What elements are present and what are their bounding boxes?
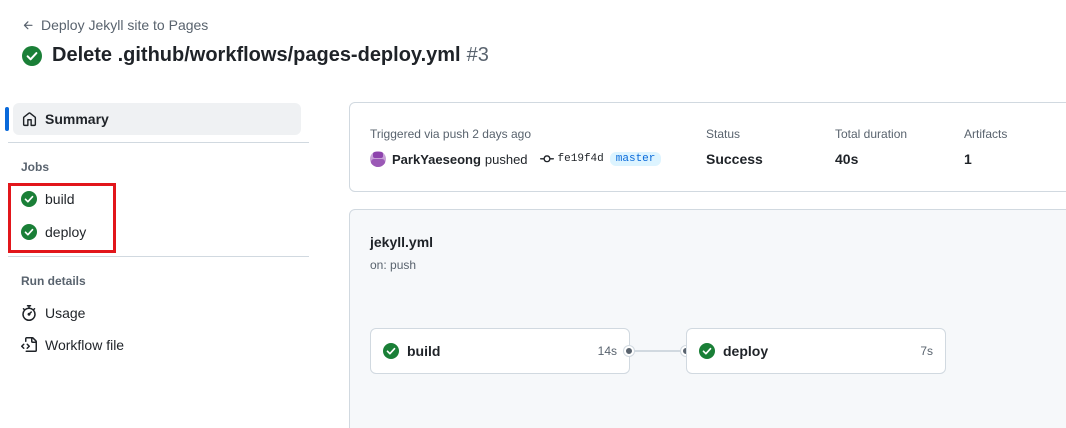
sidebar-item-summary[interactable]: Summary	[13, 103, 301, 135]
run-summary-card: Triggered via push 2 days ago ParkYaeseo…	[349, 102, 1066, 192]
jobs-heading: Jobs	[21, 160, 50, 174]
arrow-left-icon	[23, 20, 33, 29]
sidebar-item-workflow-file-label: Workflow file	[45, 337, 125, 353]
run-number: #3	[466, 44, 489, 66]
status-value: Success	[706, 151, 763, 167]
workflow-file-name: jekyll.yml	[370, 234, 434, 250]
graph-job-build-name: build	[407, 343, 441, 359]
artifacts-count[interactable]: 1	[964, 151, 972, 167]
home-icon	[22, 111, 37, 126]
graph-job-deploy-name: deploy	[723, 343, 769, 359]
status-label: Status	[706, 127, 741, 141]
artifacts-label: Artifacts	[964, 127, 1008, 141]
workflow-graph-panel: jekyll.yml on: push build 14s deploy 7s	[349, 209, 1066, 428]
graph-job-deploy-duration: 7s	[920, 344, 933, 358]
file-code-icon	[21, 337, 37, 352]
workflow-trigger: on: push	[370, 258, 417, 272]
job-connector-line	[630, 350, 686, 352]
back-link[interactable]: Deploy Jekyll site to Pages	[22, 17, 208, 33]
back-link-label: Deploy Jekyll site to Pages	[41, 17, 209, 33]
success-check-icon	[383, 343, 399, 359]
success-check-icon	[22, 45, 42, 66]
page-title-row: Delete .github/workflows/pages-deploy.ym…	[22, 44, 489, 67]
success-check-icon	[699, 343, 715, 359]
duration-value: 40s	[835, 151, 859, 167]
sidebar-divider	[8, 256, 309, 257]
trigger-text: Triggered via push 2 days ago	[370, 127, 531, 141]
sidebar-divider	[8, 142, 309, 143]
graph-job-build-duration: 14s	[597, 344, 617, 358]
git-commit-icon	[539, 155, 554, 163]
stopwatch-icon	[22, 305, 36, 321]
highlight-annotation-box	[8, 183, 116, 253]
commit-sha-link[interactable]: fe19f4d	[558, 153, 604, 165]
sidebar-item-workflow-file[interactable]: Workflow file	[21, 337, 124, 353]
avatar[interactable]	[370, 151, 386, 167]
branch-badge[interactable]: master	[609, 152, 662, 166]
sidebar-item-usage[interactable]: Usage	[21, 305, 85, 321]
connector-dot-out	[624, 346, 634, 356]
page-title: Delete .github/workflows/pages-deploy.ym…	[52, 44, 461, 66]
push-action-text: pushed	[484, 151, 528, 167]
sidebar-item-summary-label: Summary	[45, 111, 109, 127]
graph-job-build[interactable]: build 14s	[370, 328, 630, 374]
actor-username[interactable]: ParkYaeseong	[392, 152, 481, 167]
graph-job-deploy[interactable]: deploy 7s	[686, 328, 946, 374]
trigger-details: ParkYaeseong pushed fe19f4d master	[370, 151, 662, 167]
duration-label: Total duration	[835, 127, 908, 141]
run-details-heading: Run details	[21, 274, 86, 288]
sidebar-item-usage-label: Usage	[45, 305, 86, 321]
active-nav-marker	[5, 107, 9, 131]
